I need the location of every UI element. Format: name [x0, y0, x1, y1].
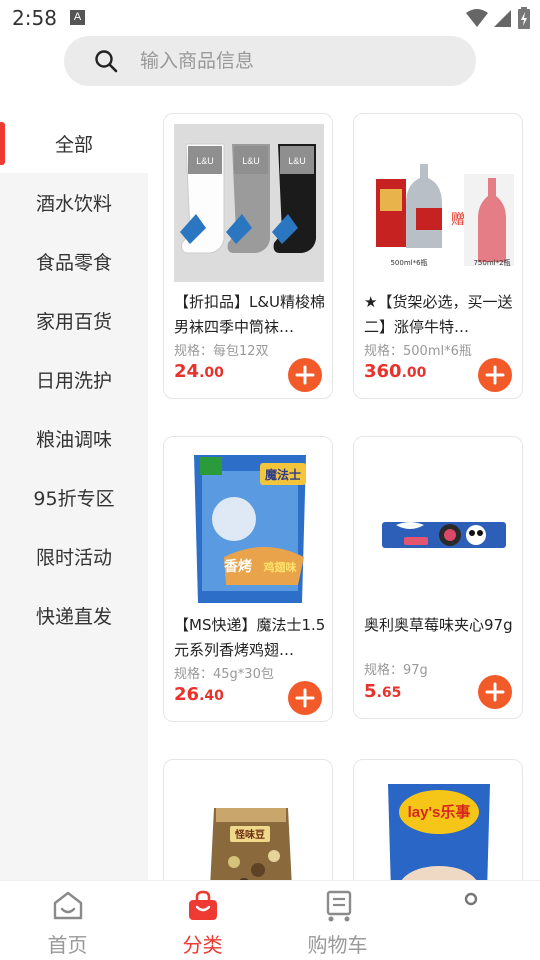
tab-label: 首页 — [47, 933, 88, 957]
price-decimal: .00 — [199, 365, 224, 381]
product-image — [364, 447, 514, 605]
circle-icon — [464, 892, 478, 906]
sidebar-item-label: 家用百货 — [35, 311, 112, 333]
sidebar-item-discount[interactable]: 95折专区 — [0, 468, 148, 527]
product-price: 360.00 — [364, 361, 426, 382]
tab-label: 购物车 — [307, 933, 368, 957]
tab-label: 分类 — [182, 933, 223, 957]
battery-icon — [518, 7, 530, 29]
product-spec: 规格：每包12双 — [174, 344, 269, 359]
product-card[interactable]: L&U L&U L&U 【折扣品】L&U精梭棉男袜四季中筒袜… 规格：每包12双… — [163, 113, 333, 399]
sidebar-item-label: 95折专区 — [33, 488, 115, 510]
image-label: L&U — [288, 156, 306, 166]
price-integer: 26 — [174, 684, 200, 705]
sidebar-item-drinks[interactable]: 酒水饮料 — [0, 173, 148, 232]
sidebar-item-label: 快递直发 — [35, 606, 112, 628]
image-label: 怪味豆 — [235, 828, 265, 841]
sidebar-item-snacks[interactable]: 食品零食 — [0, 232, 148, 291]
search-icon — [95, 50, 118, 73]
image-label: lay's乐事 — [408, 803, 471, 821]
sidebar-item-limited-time[interactable]: 限时活动 — [0, 527, 148, 586]
search-bar[interactable] — [64, 36, 476, 86]
sidebar-item-label: 粮油调味 — [35, 429, 112, 451]
product-image: 魔法士 香烤 鸡翅味 — [174, 447, 324, 605]
status-icons — [466, 7, 530, 29]
product-image: 赠 500ml*6瓶 750ml*2瓶 — [364, 124, 514, 282]
cart-icon — [326, 890, 351, 922]
home-icon — [53, 891, 82, 920]
product-title: 【MS快递】魔法士1.5元系列香烤鸡翅… — [174, 616, 326, 659]
price-integer: 360 — [364, 361, 402, 382]
sidebar-item-label: 食品零食 — [35, 252, 112, 274]
add-to-cart-button[interactable] — [288, 681, 322, 715]
image-label: 750ml*2瓶 — [473, 258, 510, 267]
add-to-cart-button[interactable] — [478, 675, 512, 709]
product-spec: 规格：45g*30包 — [174, 667, 274, 682]
product-spec: 规格：500ml*6瓶 — [364, 344, 472, 359]
tab-category[interactable]: 分类 — [135, 881, 270, 960]
active-indicator — [0, 122, 5, 165]
plus-icon — [485, 682, 505, 702]
sidebar-item-label: 全部 — [54, 134, 93, 156]
image-label: 500ml*6瓶 — [390, 258, 427, 267]
image-label: L&U — [196, 156, 214, 166]
plus-icon — [485, 365, 505, 385]
sidebar-item-label: 日用洗护 — [35, 370, 112, 392]
image-label: 赠 — [451, 212, 465, 228]
product-title: 奥利奥草莓味夹心97g — [364, 616, 513, 634]
sidebar-item-label: 限时活动 — [35, 547, 112, 569]
product-card[interactable]: 奥利奥草莓味夹心97g 规格：97g 5.65 — [353, 436, 523, 719]
tab-home[interactable]: 首页 — [0, 881, 135, 960]
price-integer: 5 — [364, 681, 377, 702]
plus-icon — [295, 365, 315, 385]
image-label: 鸡翅味 — [263, 560, 297, 574]
image-label: 魔法士 — [265, 467, 301, 482]
product-image: L&U L&U L&U — [174, 124, 324, 282]
sidebar-item-label: 酒水饮料 — [35, 193, 112, 215]
image-label: 香烤 — [223, 558, 252, 575]
bag-icon — [188, 890, 217, 920]
search-input[interactable] — [140, 36, 460, 86]
category-sidebar: 全部 酒水饮料 食品零食 家用百货 日用洗护 粮油调味 95折专区 限时活动 快… — [0, 114, 148, 880]
price-decimal: .00 — [401, 365, 427, 381]
sidebar-item-household[interactable]: 家用百货 — [0, 291, 148, 350]
price-decimal: .65 — [376, 685, 402, 701]
price-integer: 24 — [174, 361, 200, 382]
price-decimal: .40 — [199, 688, 224, 704]
product-card[interactable]: 魔法士 香烤 鸡翅味 【MS快递】魔法士1.5元系列香烤鸡翅… 规格：45g*3… — [163, 436, 333, 722]
product-title: ★【货架必选，买一送二】涨停牛特… — [364, 293, 513, 336]
add-to-cart-button[interactable] — [288, 358, 322, 392]
add-to-cart-button[interactable] — [478, 358, 512, 392]
product-spec: 规格：97g — [364, 663, 428, 678]
status-notification-icon: A — [70, 10, 85, 25]
wifi-icon — [466, 9, 488, 27]
product-card[interactable]: 赠 500ml*6瓶 750ml*2瓶 ★【货架必选，买一送二】涨停牛特… 规格… — [353, 113, 523, 399]
product-price: 26.40 — [174, 684, 224, 705]
sidebar-item-grain-oil[interactable]: 粮油调味 — [0, 409, 148, 468]
product-price: 5.65 — [364, 681, 401, 702]
product-price: 24.00 — [174, 361, 224, 382]
image-label: L&U — [242, 156, 260, 166]
signal-icon — [494, 10, 511, 27]
tab-profile[interactable] — [405, 881, 540, 960]
tab-cart[interactable]: 购物车 — [270, 881, 405, 960]
sidebar-item-all[interactable]: 全部 — [0, 114, 148, 173]
sidebar-item-personal-care[interactable]: 日用洗护 — [0, 350, 148, 409]
product-title: 【折扣品】L&U精梭棉男袜四季中筒袜… — [174, 293, 326, 336]
status-time: 2:58 — [12, 6, 57, 30]
sidebar-item-express[interactable]: 快递直发 — [0, 586, 148, 645]
status-bar: 2:58 A — [0, 0, 540, 36]
plus-icon — [295, 688, 315, 708]
bottom-tab-bar: 首页 分类 购物车 — [0, 880, 540, 960]
